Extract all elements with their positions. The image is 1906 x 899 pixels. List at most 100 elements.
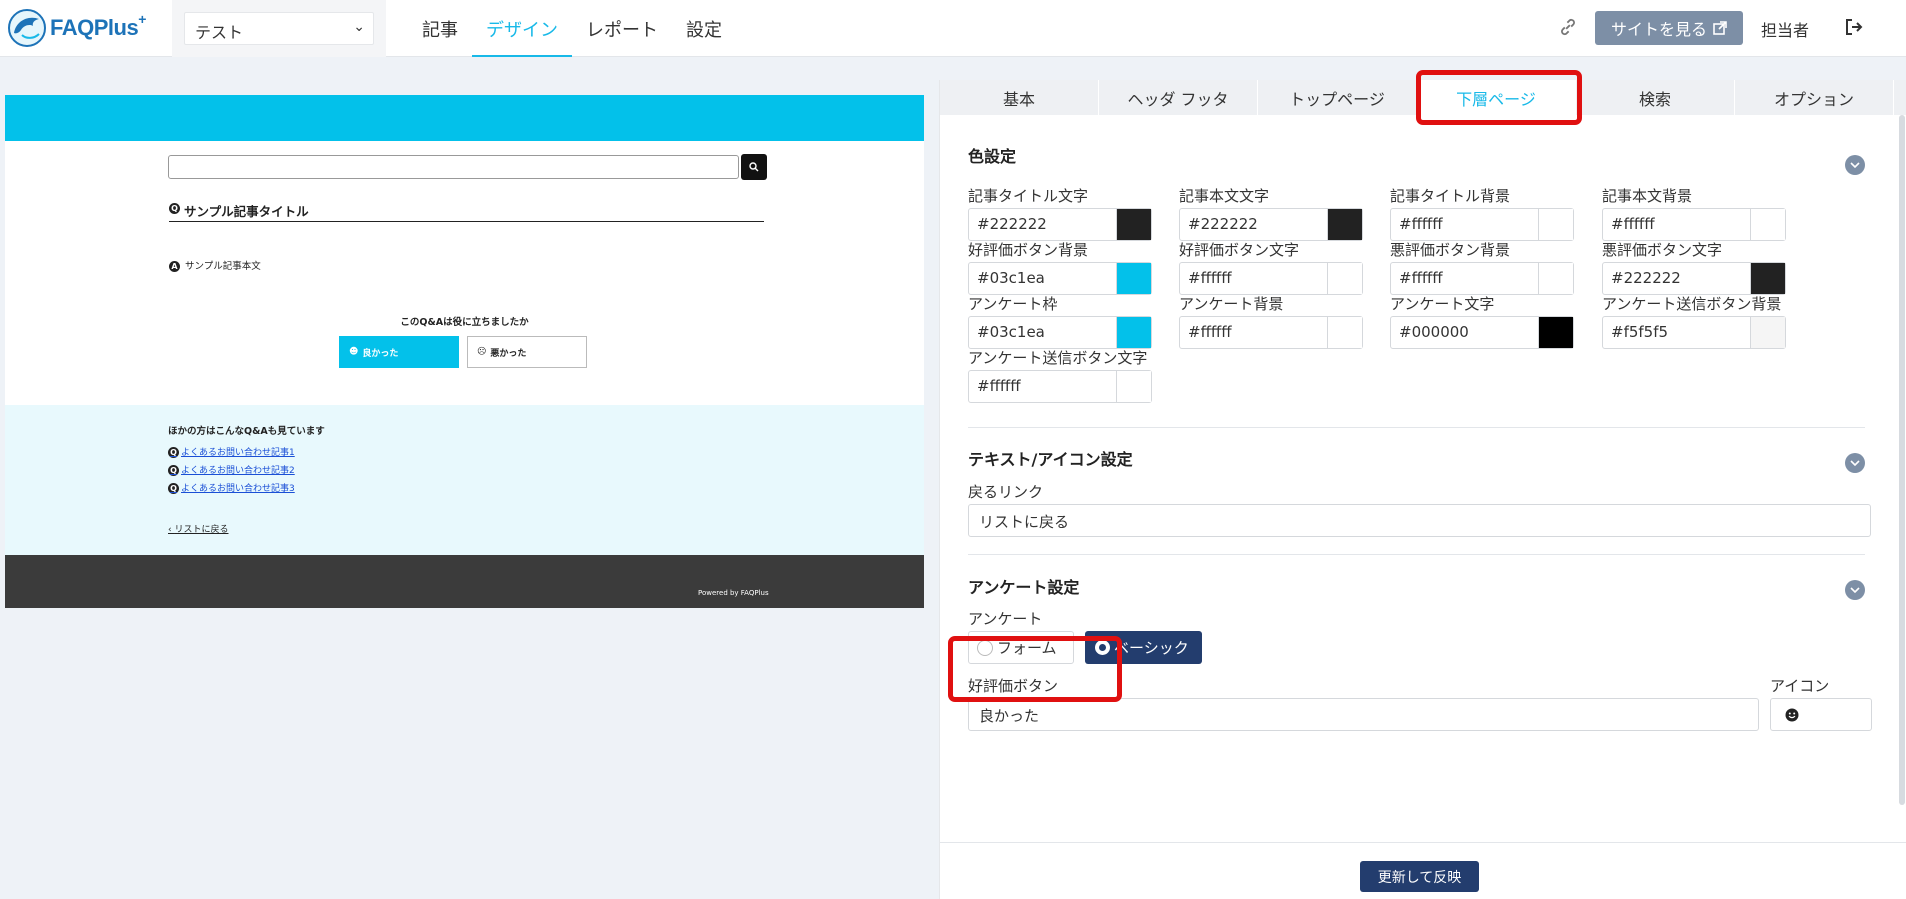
survey-section-title: アンケート設定: [968, 578, 1080, 597]
icon-select[interactable]: [1770, 698, 1872, 731]
tab-header-footer[interactable]: ヘッダ フッタ: [1099, 80, 1258, 115]
preview-good-button: ☻ 良かった: [339, 336, 459, 368]
color-input-bad-bg[interactable]: #ffffff: [1390, 262, 1574, 295]
question-icon: Q: [169, 203, 180, 214]
nav-tab-design[interactable]: デザイン: [472, 0, 572, 57]
color-swatch[interactable]: [1327, 263, 1362, 294]
view-site-label: サイトを見る: [1610, 20, 1707, 39]
color-input-bad-text[interactable]: #222222: [1602, 262, 1786, 295]
highlight-survey-section: [948, 636, 1122, 702]
settings-scrollbar[interactable]: [1897, 115, 1906, 842]
preview-related-link: Q よくあるお問い合わせ記事2: [168, 463, 295, 476]
color-input-survey-text[interactable]: #000000: [1390, 316, 1574, 349]
color-label: 記事本文文字: [1179, 187, 1270, 205]
preview-related-link-text: よくあるお問い合わせ記事2: [181, 466, 295, 476]
color-value: #222222: [1188, 215, 1258, 233]
color-swatch[interactable]: [1538, 263, 1573, 294]
question-icon: Q: [168, 447, 179, 458]
preview-related-title: ほかの方はこんなQ&Aも見ています: [168, 426, 325, 437]
preview-search-button: [741, 154, 767, 180]
question-icon: Q: [168, 483, 179, 494]
color-value: #000000: [1399, 323, 1469, 341]
highlight-sub-page-tab: [1416, 70, 1582, 125]
nav-tab-articles[interactable]: 記事: [408, 0, 472, 57]
color-swatch[interactable]: [1116, 317, 1151, 348]
update-button[interactable]: 更新して反映: [1360, 861, 1479, 892]
preview-footer: Powered by FAQPlus: [5, 555, 924, 608]
preview-header-bar: [5, 95, 924, 141]
color-section-title: 色設定: [968, 147, 1017, 166]
tab-options[interactable]: オプション: [1735, 80, 1894, 115]
frown-icon: ☹: [477, 347, 487, 357]
color-swatch[interactable]: [1116, 209, 1151, 240]
color-value: #222222: [1611, 269, 1681, 287]
site-select[interactable]: テスト ⌄: [184, 12, 374, 45]
color-input-body-bg[interactable]: #ffffff: [1602, 208, 1786, 241]
search-icon: [749, 162, 759, 172]
color-input-good-text[interactable]: #ffffff: [1179, 262, 1363, 295]
preview-back-link-text: リストに戻る: [174, 525, 229, 535]
color-label: アンケート送信ボタン背景: [1602, 295, 1782, 313]
color-swatch[interactable]: [1327, 317, 1362, 348]
color-swatch[interactable]: [1327, 209, 1362, 240]
nav-tab-report[interactable]: レポート: [572, 0, 672, 57]
view-site-button[interactable]: サイトを見る: [1595, 11, 1743, 45]
color-label: 悪評価ボタン背景: [1390, 241, 1511, 259]
preview-bad-label: 悪かった: [490, 348, 527, 359]
user-name[interactable]: 担当者: [1761, 17, 1809, 41]
text-section-title: テキスト/アイコン設定: [968, 450, 1133, 469]
color-label: 好評価ボタン文字: [1179, 241, 1300, 259]
settings-scroll-area: 色設定 記事タイトル文字 #222222 記事本文文字 #222222 記事タイ…: [940, 115, 1897, 842]
color-label: 好評価ボタン背景: [968, 241, 1089, 259]
color-input-body-text[interactable]: #222222: [1179, 208, 1363, 241]
color-label: 記事タイトル背景: [1390, 187, 1511, 205]
site-select-value: テスト: [195, 23, 244, 42]
preview-search-input: [168, 155, 739, 179]
scrollbar-thumb[interactable]: [1899, 115, 1905, 805]
color-input-good-bg[interactable]: #03c1ea: [968, 262, 1152, 295]
preview-back-link: ‹ リストに戻る: [168, 522, 228, 535]
survey-option-basic-label: ベーシック: [1114, 639, 1189, 657]
preview-article-body-text: サンプル記事本文: [185, 261, 261, 272]
collapse-color-icon[interactable]: [1845, 155, 1865, 175]
color-swatch[interactable]: [1538, 209, 1573, 240]
page-preview: Q サンプル記事タイトル A サンプル記事本文 このQ&Aは役に立ちましたか ☻…: [5, 95, 924, 608]
color-input-survey-border[interactable]: #03c1ea: [968, 316, 1152, 349]
color-value: #03c1ea: [977, 269, 1045, 287]
color-input-survey-submit-bg[interactable]: #f5f5f5: [1602, 316, 1786, 349]
chevron-down-icon: [1850, 587, 1860, 593]
tab-top-page[interactable]: トップページ: [1258, 80, 1417, 115]
link-icon[interactable]: [1557, 16, 1579, 38]
color-input-survey-bg[interactable]: #ffffff: [1179, 316, 1363, 349]
color-input-title-text[interactable]: #222222: [968, 208, 1152, 241]
color-input-title-bg[interactable]: #ffffff: [1390, 208, 1574, 241]
logo-text: FAQPlus+: [50, 11, 146, 40]
collapse-text-icon[interactable]: [1845, 453, 1865, 473]
nav-tab-settings[interactable]: 設定: [672, 0, 736, 57]
color-swatch[interactable]: [1750, 317, 1785, 348]
smile-icon: ☻: [349, 347, 359, 357]
collapse-survey-icon[interactable]: [1845, 580, 1865, 600]
tab-search[interactable]: 検索: [1576, 80, 1735, 115]
preview-article-body: A サンプル記事本文: [169, 258, 261, 272]
color-swatch[interactable]: [1116, 263, 1151, 294]
preview-powered-by: Powered by FAQPlus: [698, 589, 769, 597]
question-icon: Q: [168, 465, 179, 476]
color-value: #ffffff: [1188, 323, 1232, 341]
color-value: #222222: [977, 215, 1047, 233]
good-button-input[interactable]: 良かった: [968, 698, 1759, 731]
back-link-input[interactable]: リストに戻る: [968, 504, 1871, 537]
color-swatch[interactable]: [1538, 317, 1573, 348]
logo[interactable]: FAQPlus+: [6, 8, 146, 48]
color-input-survey-submit-text[interactable]: #ffffff: [968, 370, 1152, 403]
external-link-icon: [1713, 21, 1727, 35]
color-swatch[interactable]: [1750, 263, 1785, 294]
color-label: 記事本文背景: [1602, 187, 1693, 205]
logout-icon[interactable]: [1843, 16, 1865, 38]
tab-basic[interactable]: 基本: [940, 80, 1099, 115]
preview-related-link: Q よくあるお問い合わせ記事1: [168, 445, 295, 458]
color-swatch[interactable]: [1750, 209, 1785, 240]
preview-article-title: Q サンプル記事タイトル: [169, 201, 764, 222]
color-value: #f5f5f5: [1611, 323, 1669, 341]
color-swatch[interactable]: [1116, 371, 1151, 402]
